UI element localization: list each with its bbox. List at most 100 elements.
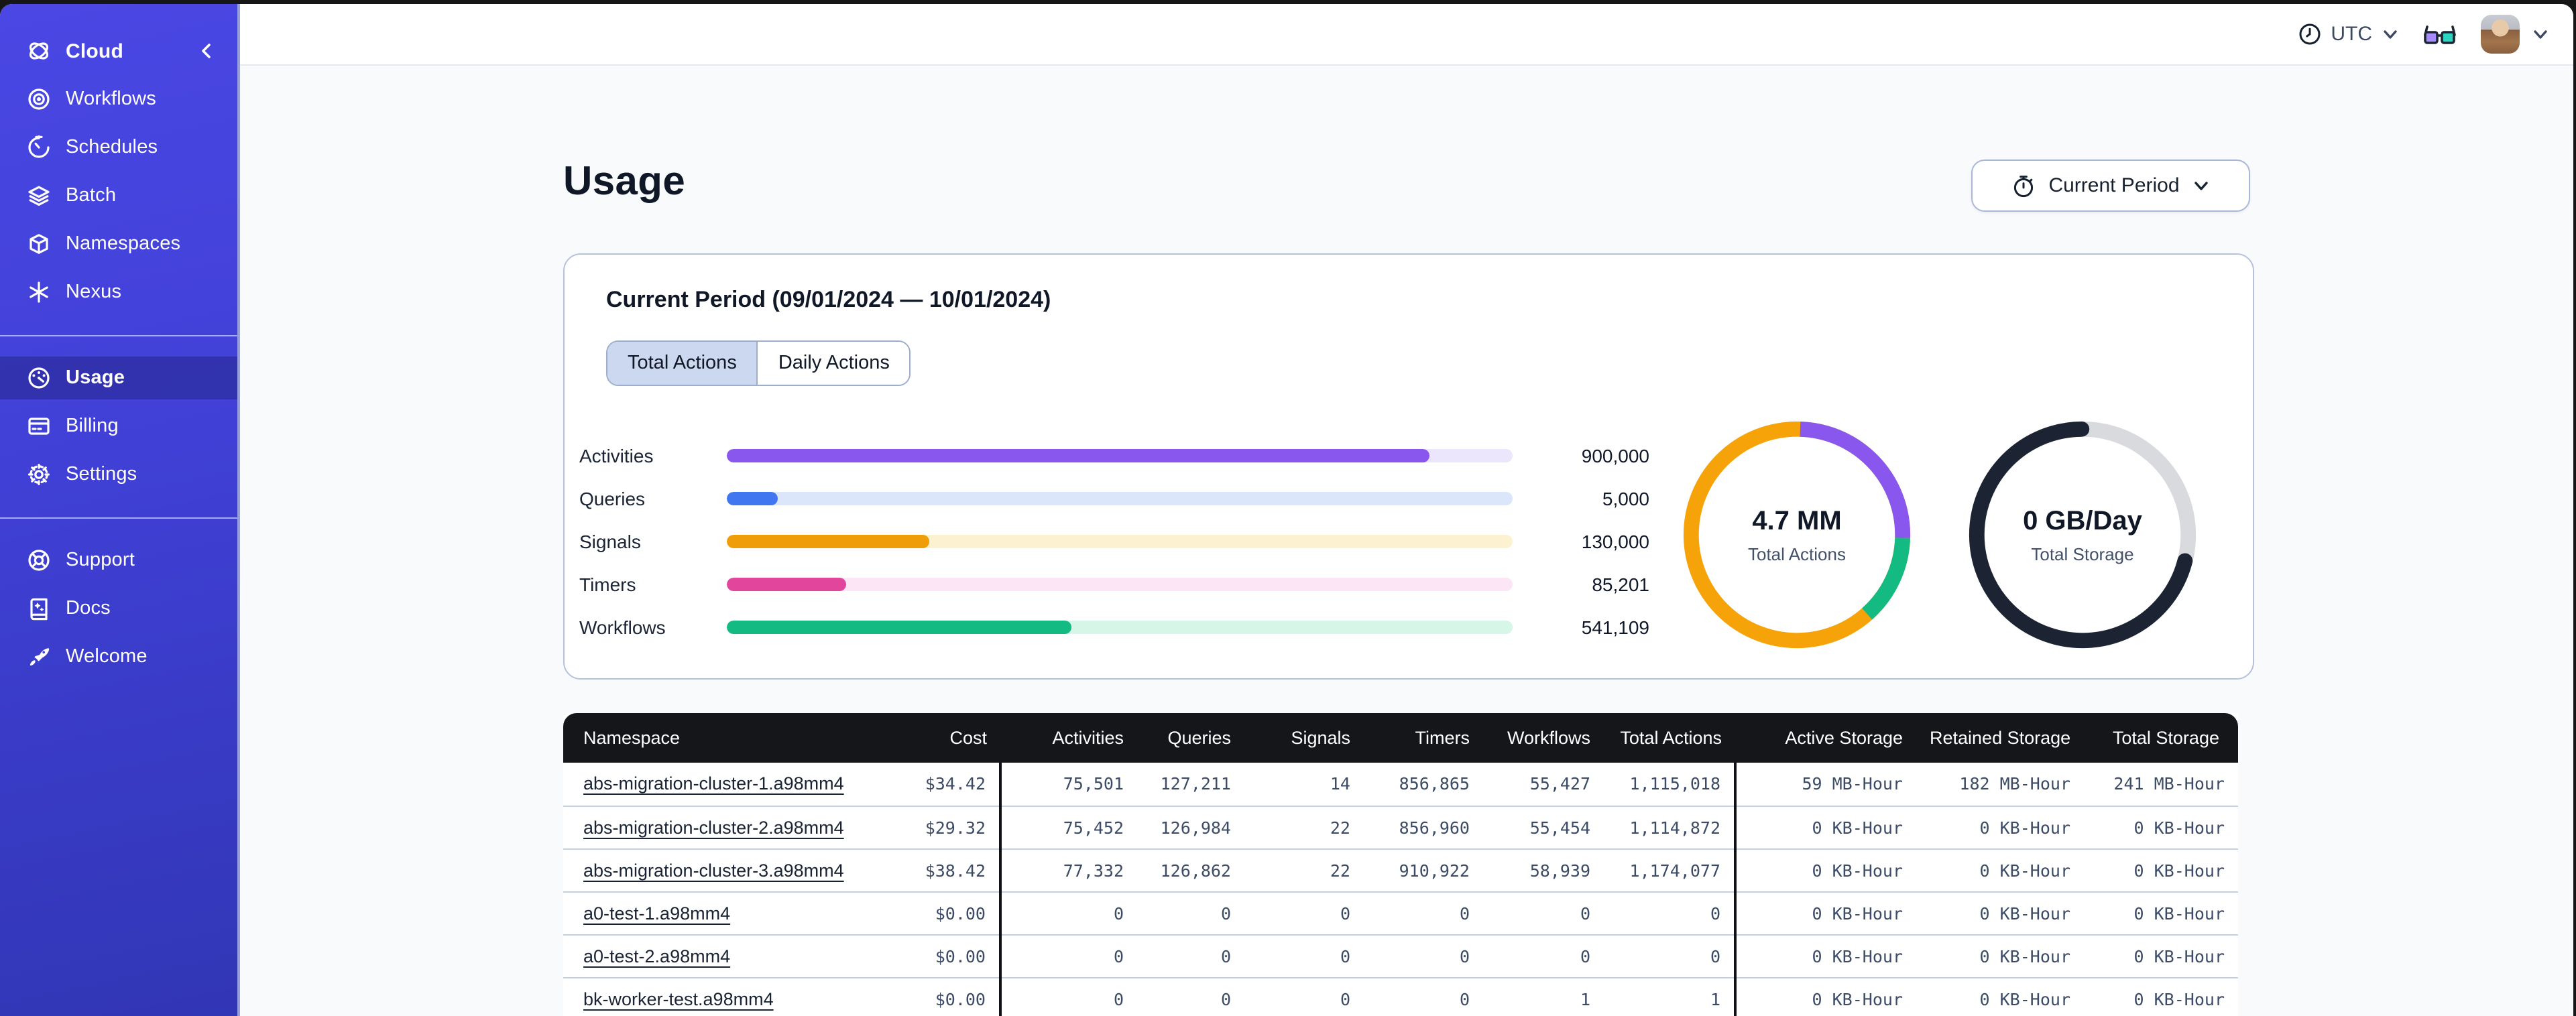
value-cell: 0 KB-Hour [1734,976,1916,1016]
value-cell: 1,174,077 [1604,848,1735,891]
sidebar-item-label: Docs [66,598,111,619]
sidebar-item-label: Support [66,550,135,571]
schedules-clock-icon [27,135,51,160]
value-cell: $0.00 [839,891,1000,934]
value-cell: 0 KB-Hour [2084,976,2238,1016]
value-cell: 0 [1364,976,1483,1016]
period-dropdown-button[interactable]: Current Period [1971,160,2250,212]
namespace-link[interactable]: a0-test-1.a98mm4 [583,903,730,923]
period-dropdown-label: Current Period [2048,174,2180,197]
settings-gear-icon [27,462,51,487]
value-cell: 0 [999,934,1137,977]
col-header-timers: Timers [1364,713,1483,763]
namespace-usage-table: Namespace Cost Activities Queries Signal… [563,713,2238,1016]
bar-track [727,578,1513,591]
value-cell: 0 KB-Hour [1916,805,2084,848]
sidebar-item-settings[interactable]: Settings [0,453,237,496]
col-header-total-storage: Total Storage [2084,713,2238,763]
temporal-cloud-logo-icon [27,39,51,63]
value-cell: 910,922 [1364,848,1483,891]
chevron-down-icon [2194,182,2209,190]
sidebar-brand-label: Cloud [66,40,123,62]
actions-view-tabs: Total Actions Daily Actions [606,340,911,386]
sidebar-item-label: Billing [66,416,119,437]
value-cell: 0 KB-Hour [1734,848,1916,891]
sidebar-item-batch[interactable]: Batch [0,174,237,217]
value-cell: 77,332 [999,848,1137,891]
sidebar-brand-cloud[interactable]: Cloud [0,29,237,72]
clock-icon [2299,23,2321,45]
table-row: abs-migration-cluster-2.a98mm4 $29.32 75,4… [563,805,2238,848]
sidebar-item-label: Schedules [66,137,158,158]
labs-toggle-button[interactable] [2423,23,2457,45]
namespace-cell: a0-test-2.a98mm4 [563,934,839,977]
value-cell: 22 [1244,805,1364,848]
billing-card-icon [27,414,51,438]
sidebar-item-welcome[interactable]: Welcome [0,635,237,678]
value-cell: 1 [1483,976,1604,1016]
col-header-active-storage: Active Storage [1735,713,1916,763]
value-cell: $38.42 [839,848,1000,891]
avatar [2481,15,2520,54]
table-row: abs-migration-cluster-3.a98mm4 $38.42 77,3… [563,848,2238,891]
namespace-cell: a0-test-1.a98mm4 [563,891,839,934]
bar-fill [727,449,1430,462]
namespace-link[interactable]: a0-test-2.a98mm4 [583,946,730,966]
value-cell: 0 KB-Hour [2084,848,2238,891]
table-row: a0-test-1.a98mm4 $0.00 0 0 0 0 0 0 0 KB-Hour 0 KB… [563,891,2238,934]
sidebar-item-billing[interactable]: Billing [0,405,237,448]
tab-total-actions[interactable]: Total Actions [607,342,757,385]
chevron-left-icon [202,44,211,58]
account-menu[interactable] [2481,15,2549,54]
value-cell: 0 [1604,934,1735,977]
value-cell: 0 KB-Hour [1916,976,2084,1016]
value-cell: 0 KB-Hour [2084,805,2238,848]
sidebar-item-nexus[interactable]: Nexus [0,271,237,314]
namespace-link[interactable]: bk-worker-test.a98mm4 [583,989,774,1009]
namespace-link[interactable]: abs-migration-cluster-1.a98mm4 [583,774,844,794]
col-header-workflows: Workflows [1483,713,1604,763]
col-header-cost: Cost [839,713,1000,763]
glasses-icon [2424,25,2456,44]
namespace-link[interactable]: abs-migration-cluster-3.a98mm4 [583,860,844,880]
sidebar-item-usage[interactable]: Usage [0,357,237,399]
sidebar-item-schedules[interactable]: Schedules [0,126,237,169]
nexus-asterisk-icon [27,280,51,304]
value-cell: 0 KB-Hour [1734,805,1916,848]
value-cell: $29.32 [839,805,1000,848]
sidebar-item-label: Welcome [66,646,148,668]
col-header-retained-storage: Retained Storage [1916,713,2084,763]
bar-row-workflows: Workflows 541,109 [579,606,1649,649]
sidebar-item-docs[interactable]: Docs [0,587,237,630]
bar-value: 5,000 [1602,488,1649,509]
sidebar-item-label: Usage [66,367,125,389]
value-cell: 0 [1364,934,1483,977]
app-window: Cloud Workflows Schedules Batch Namespac… [0,4,2573,1016]
namespaces-cube-icon [27,232,51,256]
sidebar-item-support[interactable]: Support [0,539,237,582]
sidebar-divider [0,335,237,336]
screen: Cloud Workflows Schedules Batch Namespac… [0,0,2576,1016]
value-cell: 0 [1483,891,1604,934]
sidebar-item-label: Batch [66,185,117,206]
bar-label: Timers [579,574,636,595]
sidebar-item-namespaces[interactable]: Namespaces [0,223,237,265]
value-cell: 0 [1244,934,1364,977]
value-cell: 58,939 [1483,848,1604,891]
actions-bar-chart: Activities 900,000 Queries 5,000 Signals 130,… [579,434,1649,649]
namespace-link[interactable]: abs-migration-cluster-2.a98mm4 [583,817,844,837]
sidebar-item-workflows[interactable]: Workflows [0,78,237,121]
bar-value: 900,000 [1581,445,1649,466]
value-cell: 0 [1244,976,1364,1016]
sidebar-item-label: Nexus [66,281,122,303]
value-cell: 1 [1604,976,1735,1016]
namespace-cell: abs-migration-cluster-2.a98mm4 [563,805,844,848]
sidebar-item-label: Workflows [66,88,157,110]
value-cell: 126,984 [1137,805,1244,848]
total-actions-label: Total Actions [1748,544,1846,564]
value-cell: 0 KB-Hour [2084,891,2238,934]
col-header-namespace: Namespace [563,713,839,763]
timezone-dropdown[interactable]: UTC [2298,23,2399,46]
tab-daily-actions[interactable]: Daily Actions [756,342,910,385]
sidebar-collapse-button[interactable] [197,29,216,72]
